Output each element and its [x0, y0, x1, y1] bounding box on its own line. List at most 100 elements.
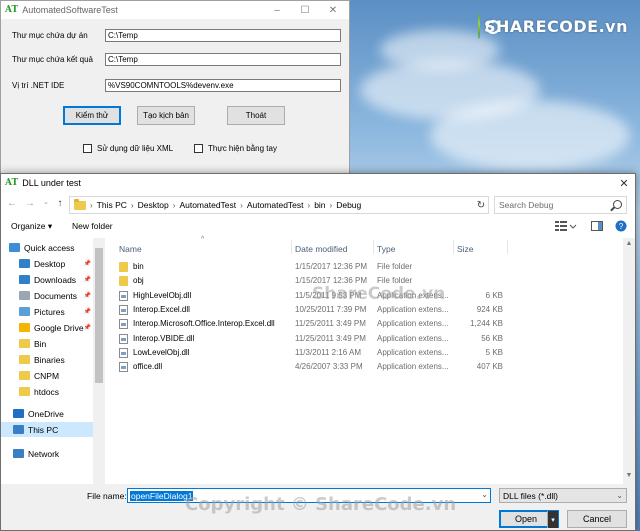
nav-item[interactable]: Bin [1, 336, 93, 351]
breadcrumb-automatedtest-2[interactable]: AutomatedTest [247, 200, 304, 210]
file-name: LowLevelObj.dll [133, 347, 190, 357]
file-type-value: DLL files (*.dll) [503, 490, 558, 501]
nav-item-label: Desktop [34, 258, 66, 269]
address-bar[interactable]: › This PC › Desktop › AutomatedTest › Au… [69, 196, 489, 214]
column-name[interactable]: Name [119, 244, 142, 254]
pin-icon[interactable]: 📌 [84, 276, 91, 283]
breadcrumb-automatedtest[interactable]: AutomatedTest [179, 200, 236, 210]
open-button[interactable]: Open ▾ [499, 510, 559, 528]
dll-file-icon [119, 362, 128, 373]
pin-icon[interactable]: 📌 [84, 292, 91, 299]
help-icon[interactable]: ? [615, 220, 629, 232]
folder-icon [119, 262, 128, 272]
preview-pane-icon[interactable] [591, 220, 605, 232]
refresh-icon[interactable]: ↻ [473, 196, 489, 214]
file-date: 10/25/2011 7:39 PM [295, 304, 367, 314]
nav-item[interactable]: Documents 📌 [1, 288, 93, 303]
file-row[interactable]: obj 1/15/2017 12:36 PM File folder [109, 274, 623, 288]
network-icon [13, 449, 24, 458]
create-script-button[interactable]: Tạo kịch bản [137, 106, 195, 125]
column-size[interactable]: Size [457, 244, 474, 254]
file-row[interactable]: bin 1/15/2017 12:36 PM File folder [109, 260, 623, 274]
manual-checkbox[interactable]: Thực hiện bằng tay [194, 144, 277, 153]
open-label: Open [515, 514, 538, 524]
file-type-select[interactable]: DLL files (*.dll) ⌄ [499, 488, 627, 503]
close-button[interactable]: ✕ [319, 2, 347, 18]
use-xml-checkbox[interactable]: Sử dụng dữ liệu XML [83, 144, 173, 153]
column-divider[interactable] [373, 240, 374, 254]
breadcrumb-desktop[interactable]: Desktop [138, 200, 169, 210]
minimize-button[interactable]: – [263, 2, 291, 18]
navigation-scrollbar-thumb[interactable] [95, 248, 103, 383]
file-row[interactable]: HighLevelObj.dll 11/5/2011 9:53 PM Applica… [109, 289, 623, 303]
nav-item[interactable]: Quick access [1, 240, 93, 255]
file-row[interactable]: LowLevelObj.dll 11/3/2011 2:16 AM Applicat… [109, 346, 623, 360]
result-folder-input[interactable]: C:\Temp [105, 53, 341, 66]
google-drive-icon [19, 323, 30, 332]
form-title: AutomatedSoftwareTest [22, 5, 118, 15]
forward-arrow-icon[interactable]: → [23, 198, 37, 209]
file-date: 1/15/2017 12:36 PM [295, 262, 368, 271]
file-row[interactable]: Interop.VBIDE.dll 11/25/2011 3:49 PM Appli… [109, 332, 623, 346]
maximize-button[interactable]: ☐ [291, 2, 319, 18]
project-folder-label: Thư mục chứa dự án [12, 31, 88, 40]
use-xml-checkbox-box[interactable] [83, 144, 92, 153]
file-name: HighLevelObj.dll [133, 290, 192, 300]
nav-item[interactable]: OneDrive [1, 406, 93, 421]
file-name-input[interactable]: openFileDialog1 ⌄ [127, 488, 491, 503]
nav-item[interactable]: CNPM [1, 368, 93, 383]
file-date: 1/15/2017 12:36 PM [295, 276, 368, 286]
file-row[interactable]: Interop.Microsoft.Office.Interop.Excel.d… [109, 317, 623, 331]
column-type[interactable]: Type [377, 244, 395, 254]
cancel-button[interactable]: Cancel [567, 510, 627, 528]
column-date-modified[interactable]: Date modified [295, 244, 347, 254]
exit-button[interactable]: Thoát [227, 106, 285, 125]
organize-menu[interactable]: Organize ▾ [11, 221, 52, 232]
nav-item[interactable]: Google Drive 📌 [1, 320, 93, 335]
pin-icon[interactable]: 📌 [84, 308, 91, 315]
file-row[interactable]: Interop.Excel.dll 10/25/2011 7:39 PM Appli… [109, 303, 623, 317]
pin-icon[interactable]: 📌 [84, 324, 91, 331]
back-arrow-icon[interactable]: ← [5, 198, 19, 209]
file-size: 924 KB [476, 304, 503, 314]
navigation-pane: Quick access Desktop 📌 Downloads 📌 Documents 📌… [1, 238, 105, 484]
nav-item[interactable]: htdocs [1, 384, 93, 399]
test-button[interactable]: Kiểm thử [63, 106, 121, 125]
file-row[interactable]: office.dll 4/26/2007 3:33 PM Application e… [109, 360, 623, 374]
dialog-close-button[interactable]: ✕ [613, 174, 635, 192]
pin-icon[interactable]: 📌 [84, 260, 91, 267]
open-split-dropdown-icon[interactable]: ▾ [547, 511, 558, 528]
column-divider[interactable] [453, 240, 454, 254]
breadcrumb-separator-icon: › [130, 200, 134, 210]
nav-item[interactable]: Binaries [1, 352, 93, 367]
star-icon [9, 243, 20, 252]
nav-item[interactable]: Desktop 📌 [1, 256, 93, 271]
scroll-down-arrow-icon[interactable]: ▼ [623, 472, 635, 479]
nav-item[interactable]: Downloads 📌 [1, 272, 93, 287]
nav-item[interactable]: Pictures 📌 [1, 304, 93, 319]
nav-item-label: Google Drive [34, 322, 84, 333]
file-list-scrollbar[interactable]: ▲ ▼ [623, 238, 635, 484]
manual-checkbox-box[interactable] [194, 144, 203, 153]
up-arrow-icon[interactable]: ↑ [53, 198, 67, 209]
breadcrumb-bin[interactable]: bin [314, 200, 325, 210]
file-name-dropdown-icon[interactable]: ⌄ [481, 490, 488, 499]
recent-chevron-icon[interactable]: ⌄ [39, 198, 53, 206]
column-divider[interactable] [507, 240, 508, 254]
ide-location-input[interactable]: %VS90COMNTOOLS%devenv.exe [105, 79, 341, 92]
command-bar: Organize ▾ New folder ? [1, 218, 635, 236]
view-options-icon[interactable] [555, 220, 577, 232]
nav-item[interactable]: Network [1, 446, 93, 461]
window-controls: – ☐ ✕ [263, 2, 347, 18]
new-folder-button[interactable]: New folder [72, 221, 113, 231]
scroll-up-arrow-icon[interactable]: ▲ [623, 240, 635, 247]
breadcrumb-this-pc[interactable]: This PC [97, 200, 127, 210]
column-divider[interactable] [291, 240, 292, 254]
navigation-scrollbar[interactable] [93, 238, 105, 484]
file-open-dialog: AT DLL under test ✕ ← → ⌄ ↑ › This PC › … [0, 173, 636, 531]
nav-item-label: CNPM [34, 370, 60, 381]
breadcrumb-debug[interactable]: Debug [336, 200, 361, 210]
search-box[interactable]: Search Debug [494, 196, 627, 214]
project-folder-input[interactable]: C:\Temp [105, 29, 341, 42]
nav-item[interactable]: This PC [1, 422, 93, 437]
